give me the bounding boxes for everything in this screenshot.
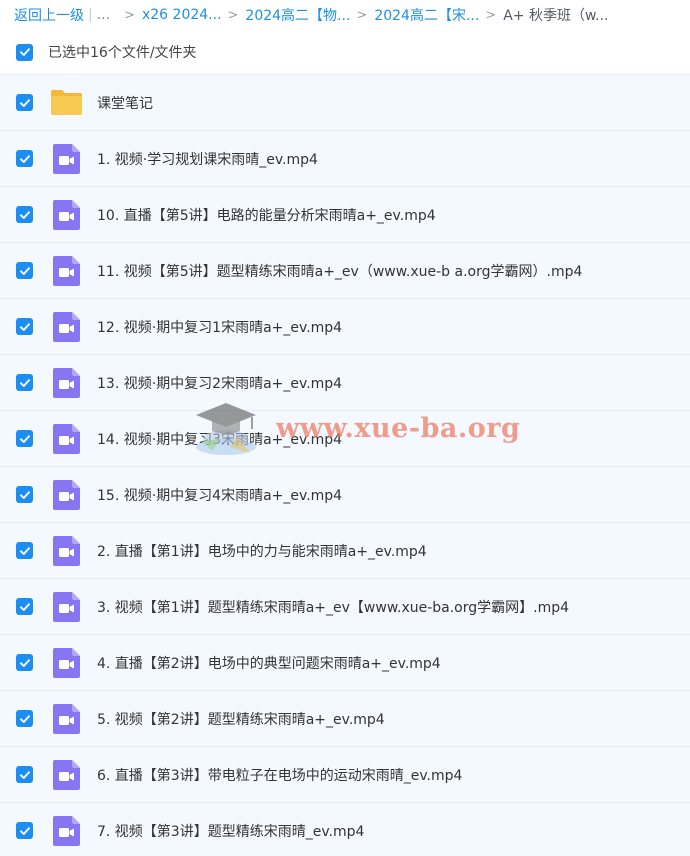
item-checkbox[interactable] (16, 94, 33, 111)
video-file-icon (50, 423, 83, 454)
video-file-icon (50, 815, 83, 846)
file-name[interactable]: 11. 视频【第5讲】题型精练宋雨晴a+_ev（www.xue-b a.org学… (97, 261, 582, 281)
checkmark-icon (19, 770, 30, 779)
checkmark-icon (19, 210, 30, 219)
list-item[interactable]: 15. 视频·期中复习4宋雨晴a+_ev.mp4 (0, 466, 690, 522)
file-name[interactable]: 12. 视频·期中复习1宋雨晴a+_ev.mp4 (97, 317, 342, 337)
chevron-right-icon: > (124, 7, 135, 23)
video-file-icon (50, 591, 83, 622)
file-name[interactable]: 3. 视频【第1讲】题型精练宋雨晴a+_ev【www.xue-ba.org学霸网… (97, 597, 569, 617)
checkmark-icon (19, 602, 30, 611)
list-item[interactable]: 5. 视频【第2讲】题型精练宋雨晴a+_ev.mp4 (0, 690, 690, 746)
file-name[interactable]: 5. 视频【第2讲】题型精练宋雨晴a+_ev.mp4 (97, 709, 385, 729)
file-name[interactable]: 课堂笔记 (97, 93, 153, 113)
item-checkbox[interactable] (16, 318, 33, 335)
item-checkbox[interactable] (16, 486, 33, 503)
video-file-icon (50, 535, 83, 566)
checkmark-icon (19, 826, 30, 835)
item-checkbox[interactable] (16, 374, 33, 391)
chevron-right-icon: > (485, 7, 497, 23)
video-file-icon (50, 703, 83, 734)
item-checkbox[interactable] (16, 542, 33, 559)
list-item[interactable]: 课堂笔记 (0, 74, 690, 130)
item-checkbox[interactable] (16, 206, 33, 223)
item-checkbox[interactable] (16, 150, 33, 167)
file-name[interactable]: 1. 视频·学习规划课宋雨晴_ev.mp4 (97, 149, 318, 169)
video-file-icon (50, 143, 83, 174)
file-name[interactable]: 7. 视频【第3讲】题型精练宋雨晴_ev.mp4 (97, 821, 364, 841)
checkmark-icon (19, 490, 30, 499)
breadcrumb-item[interactable]: x26 2024... (142, 7, 222, 23)
file-name[interactable]: 4. 直播【第2讲】电场中的典型问题宋雨晴a+_ev.mp4 (97, 653, 441, 673)
item-checkbox[interactable] (16, 766, 33, 783)
item-checkbox[interactable] (16, 710, 33, 727)
list-item[interactable]: 3. 视频【第1讲】题型精练宋雨晴a+_ev【www.xue-ba.org学霸网… (0, 578, 690, 634)
checkmark-icon (19, 714, 30, 723)
checkmark-icon (19, 658, 30, 667)
list-item[interactable]: 1. 视频·学习规划课宋雨晴_ev.mp4 (0, 130, 690, 186)
list-item[interactable]: 11. 视频【第5讲】题型精练宋雨晴a+_ev（www.xue-b a.org学… (0, 242, 690, 298)
checkmark-icon (19, 98, 30, 107)
file-list: 课堂笔记 1. 视频·学习规划课宋雨晴_ev.mp4 10. 直播【第5讲】电路… (0, 74, 690, 856)
file-name[interactable]: 10. 直播【第5讲】电路的能量分析宋雨晴a+_ev.mp4 (97, 205, 436, 225)
list-item[interactable]: 2. 直播【第1讲】电场中的力与能宋雨晴a+_ev.mp4 (0, 522, 690, 578)
selection-count-label: 已选中16个文件/文件夹 (48, 45, 197, 61)
chevron-right-icon: > (356, 7, 368, 23)
list-item[interactable]: 6. 直播【第3讲】带电粒子在电场中的运动宋雨晴_ev.mp4 (0, 746, 690, 802)
video-file-icon (50, 199, 83, 230)
list-item[interactable]: 7. 视频【第3讲】题型精练宋雨晴_ev.mp4 (0, 802, 690, 856)
checkmark-icon (19, 48, 30, 56)
list-item[interactable]: 13. 视频·期中复习2宋雨晴a+_ev.mp4 (0, 354, 690, 410)
file-name[interactable]: 15. 视频·期中复习4宋雨晴a+_ev.mp4 (97, 485, 342, 505)
checkmark-icon (19, 434, 30, 443)
folder-icon (50, 88, 83, 118)
chevron-right-icon: > (227, 7, 239, 23)
breadcrumb-item[interactable]: 2024高二【宋... (374, 5, 479, 25)
item-checkbox[interactable] (16, 598, 33, 615)
video-file-icon (50, 367, 83, 398)
list-item[interactable]: 12. 视频·期中复习1宋雨晴a+_ev.mp4 (0, 298, 690, 354)
video-file-icon (50, 647, 83, 678)
back-link[interactable]: 返回上一级 (14, 5, 84, 25)
item-checkbox[interactable] (16, 262, 33, 279)
checkmark-icon (19, 154, 30, 163)
list-item[interactable]: 10. 直播【第5讲】电路的能量分析宋雨晴a+_ev.mp4 (0, 186, 690, 242)
item-checkbox[interactable] (16, 654, 33, 671)
checkmark-icon (19, 378, 30, 387)
breadcrumb-item[interactable]: 2024高二【物... (245, 5, 350, 25)
item-checkbox[interactable] (16, 822, 33, 839)
video-file-icon (50, 255, 83, 286)
selection-bar: 已选中16个文件/文件夹 (0, 30, 690, 74)
file-name[interactable]: 2. 直播【第1讲】电场中的力与能宋雨晴a+_ev.mp4 (97, 541, 427, 561)
file-name[interactable]: 13. 视频·期中复习2宋雨晴a+_ev.mp4 (97, 373, 342, 393)
item-checkbox[interactable] (16, 430, 33, 447)
checkmark-icon (19, 322, 30, 331)
select-all-checkbox[interactable] (16, 43, 33, 61)
file-name[interactable]: 14. 视频·期中复习3宋雨晴a+_ev.mp4 (97, 429, 342, 449)
breadcrumb-ellipsis[interactable]: ... (97, 7, 110, 23)
list-item[interactable]: 4. 直播【第2讲】电场中的典型问题宋雨晴a+_ev.mp4 (0, 634, 690, 690)
list-item[interactable]: 14. 视频·期中复习3宋雨晴a+_ev.mp4 (0, 410, 690, 466)
breadcrumb-current: A+ 秋季班（w... (503, 8, 609, 24)
video-file-icon (50, 479, 83, 510)
video-file-icon (50, 311, 83, 342)
checkmark-icon (19, 266, 30, 275)
file-name[interactable]: 6. 直播【第3讲】带电粒子在电场中的运动宋雨晴_ev.mp4 (97, 765, 462, 785)
checkmark-icon (19, 546, 30, 555)
video-file-icon (50, 759, 83, 790)
breadcrumb: 返回上一级 | ... > x26 2024... > 2024高二【物... … (0, 0, 690, 30)
breadcrumb-separator: | (88, 7, 93, 23)
